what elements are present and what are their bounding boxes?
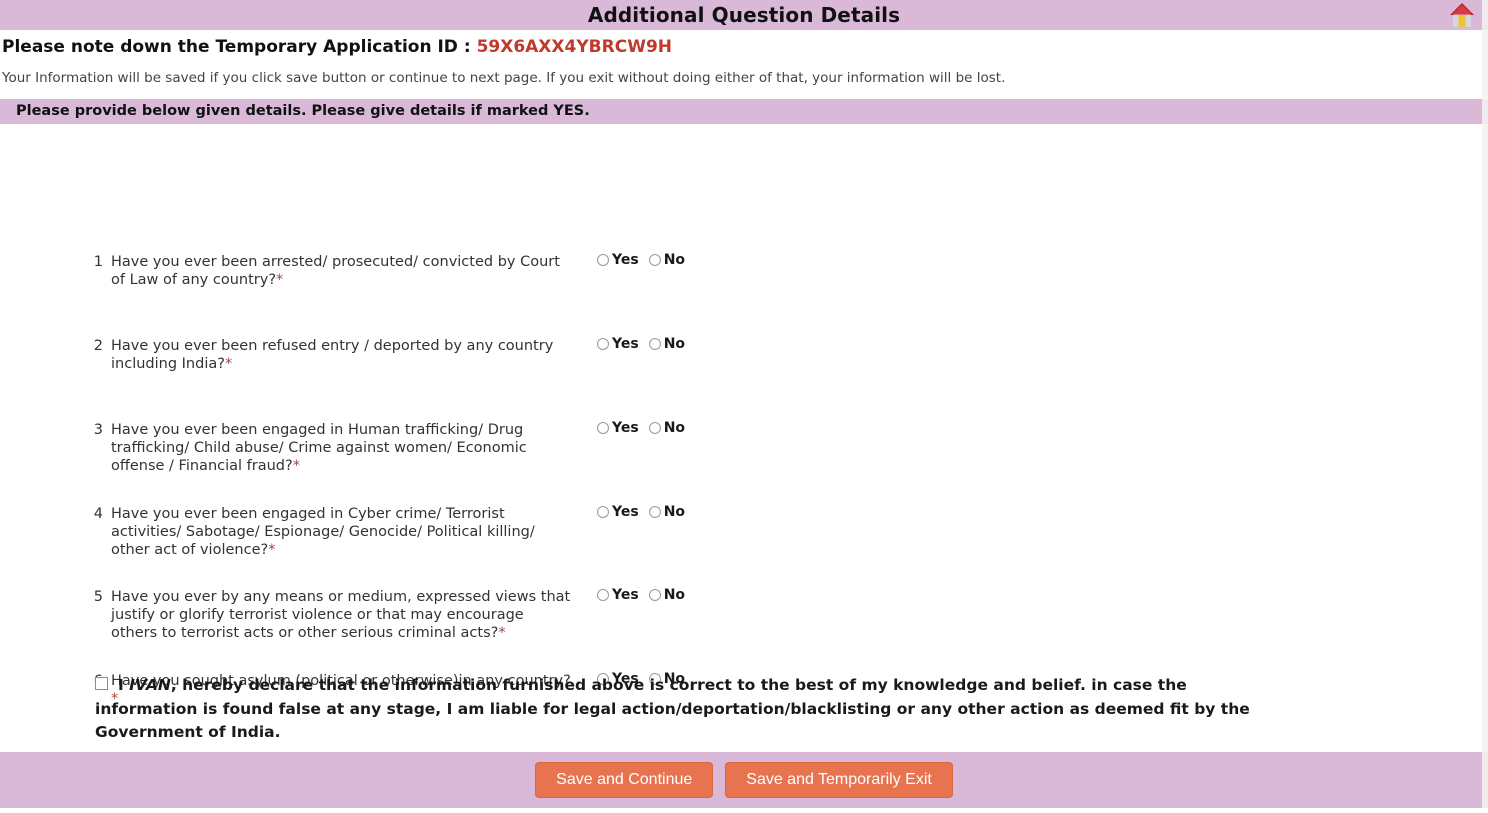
radio-no[interactable]: No [648, 419, 686, 436]
required-marker: * [268, 542, 276, 559]
radio-no-label: No [663, 335, 686, 352]
radio-no-label: No [663, 503, 686, 520]
radio-yes-input[interactable] [597, 337, 609, 350]
questions-list: 1 Have you ever been arrested/ prosecute… [0, 124, 1488, 707]
radio-yes-input[interactable] [597, 588, 609, 601]
question-row: 5 Have you ever by any means or medium, … [0, 588, 1488, 643]
declaration-checkbox[interactable] [95, 677, 108, 690]
radio-yes-label: Yes [612, 419, 639, 436]
question-number: 6 [0, 672, 103, 690]
radio-no-input[interactable] [648, 421, 661, 434]
radio-no-input[interactable] [648, 337, 661, 350]
radio-yes[interactable]: Yes [597, 588, 639, 602]
question-answer-options: Yes No [597, 337, 695, 351]
question-number: 4 [93, 505, 103, 522]
radio-no-input[interactable] [648, 253, 661, 266]
section-instruction-text: Please provide below given details. Plea… [16, 102, 590, 119]
radio-yes-input[interactable] [597, 505, 609, 518]
question-answer-options: Yes No [597, 421, 695, 435]
radio-yes-label: Yes [612, 335, 639, 352]
save-info-note: Your Information will be saved if you cl… [2, 70, 1006, 87]
radio-yes[interactable]: Yes [597, 421, 639, 435]
radio-no-input[interactable] [648, 588, 661, 601]
question-answer-options: Yes No [597, 253, 695, 267]
page-title: Additional Question Details [587, 3, 901, 27]
required-marker: * [224, 355, 233, 372]
page-right-edge [1482, 0, 1488, 813]
question-number: 5 [93, 588, 103, 605]
section-instruction-bar: Please provide below given details. Plea… [0, 98, 1488, 124]
question-text: Have you ever been engaged in Human traf… [111, 421, 527, 475]
declaration-prefix: I [118, 676, 130, 694]
declaration-body: , hereby declare that the information fu… [95, 676, 1250, 741]
declaration-block: I IVAN, hereby declare that the informat… [95, 674, 1280, 745]
application-id-label: Please note down the Temporary Applicati… [2, 37, 477, 57]
declaration-text: I IVAN, hereby declare that the informat… [95, 676, 1250, 741]
temporary-application-id-value: 59X6AXX4YBRCW9H [476, 37, 672, 57]
radio-yes[interactable]: Yes [597, 337, 639, 351]
question-answer-options: Yes No [597, 588, 695, 602]
radio-yes-label: Yes [612, 503, 639, 520]
radio-no-label: No [663, 419, 686, 436]
question-answer-options: Yes No [597, 505, 695, 519]
question-text: Have you ever been engaged in Cyber crim… [111, 505, 535, 559]
radio-yes[interactable]: Yes [597, 505, 639, 519]
required-marker: * [292, 458, 300, 475]
page-header-bar: Additional Question Details [0, 0, 1488, 30]
question-text: Have you ever been refused entry / depor… [111, 337, 554, 372]
required-marker: * [276, 271, 284, 288]
radio-yes-label: Yes [612, 251, 639, 268]
radio-no[interactable]: No [648, 503, 686, 520]
footer-action-bar: Save and Continue Save and Temporarily E… [0, 752, 1488, 808]
question-number: 2 [93, 337, 103, 354]
home-icon[interactable] [1440, 1, 1484, 29]
radio-yes-label: Yes [612, 586, 639, 603]
radio-yes-input[interactable] [597, 421, 609, 434]
radio-no[interactable]: No [648, 251, 686, 268]
temporary-application-id-line: Please note down the Temporary Applicati… [0, 30, 1488, 57]
page-bottom-edge [0, 808, 1488, 813]
radio-no-label: No [663, 251, 686, 268]
required-marker: * [498, 625, 506, 642]
radio-no[interactable]: No [648, 586, 686, 603]
radio-no[interactable]: No [648, 335, 686, 352]
radio-no-input[interactable] [648, 505, 661, 518]
save-and-continue-button[interactable]: Save and Continue [535, 761, 714, 799]
question-number: 1 [93, 253, 103, 270]
radio-yes-input[interactable] [597, 253, 609, 266]
question-row: 4 Have you ever been engaged in Cyber cr… [0, 505, 1488, 560]
applicant-name: IVAN [129, 676, 171, 694]
radio-yes[interactable]: Yes [597, 253, 639, 267]
question-row: 3 Have you ever been engaged in Human tr… [0, 421, 1488, 476]
question-number: 3 [93, 421, 103, 438]
question-text: Have you ever been arrested/ prosecuted/… [111, 253, 560, 288]
save-and-temporarily-exit-button[interactable]: Save and Temporarily Exit [725, 761, 953, 799]
question-row: 1 Have you ever been arrested/ prosecute… [0, 253, 1488, 290]
question-row: 2 Have you ever been refused entry / dep… [0, 337, 1488, 374]
radio-no-label: No [663, 586, 686, 603]
question-text: Have you ever by any means or medium, ex… [111, 588, 571, 642]
